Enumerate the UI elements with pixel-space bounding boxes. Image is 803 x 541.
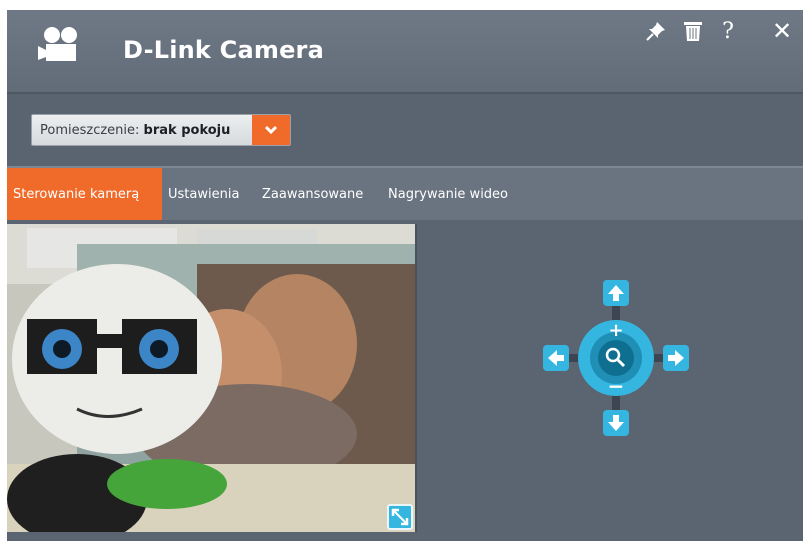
room-dropdown[interactable]: Pomieszczenie: brak pokoju — [31, 114, 291, 146]
arrow-down-icon[interactable] — [603, 410, 629, 436]
tab-advanced[interactable]: Zaawansowane — [262, 168, 363, 220]
camera-control-panel: + − — [7, 220, 803, 541]
chevron-down-icon[interactable] — [252, 115, 290, 145]
camera-feed-image — [7, 224, 415, 532]
arrow-left-icon[interactable] — [543, 345, 569, 371]
tab-video-recording[interactable]: Nagrywanie wideo — [388, 168, 508, 220]
close-icon[interactable]: ✕ — [769, 17, 795, 45]
tab-camera-control[interactable]: Sterowanie kamerą — [7, 168, 162, 220]
app-title: D-Link Camera — [123, 36, 324, 64]
help-icon[interactable]: ? — [717, 18, 739, 44]
ptz-control: + − — [543, 280, 689, 436]
room-label-text: Pomieszczenie: — [40, 123, 140, 138]
zoom-in-button[interactable]: + — [608, 320, 623, 341]
room-value: brak pokoju — [143, 123, 231, 138]
tab-settings[interactable]: Ustawienia — [168, 168, 239, 220]
zoom-out-button[interactable]: − — [608, 374, 625, 398]
camera-feed — [7, 224, 417, 532]
room-bar: Pomieszczenie: brak pokoju — [7, 94, 803, 168]
video-camera-icon — [38, 27, 77, 61]
title-bar: D-Link Camera ? ✕ — [7, 10, 803, 92]
app-window: D-Link Camera ? ✕ Pomieszczenie: brak po… — [7, 10, 803, 541]
pin-icon[interactable] — [643, 18, 669, 44]
arrow-right-icon[interactable] — [663, 345, 689, 371]
fullscreen-button[interactable] — [387, 504, 413, 530]
room-label: Pomieszczenie: brak pokoju — [40, 123, 230, 138]
tab-bar: Sterowanie kamerą Ustawienia Zaawansowan… — [7, 168, 803, 220]
arrow-up-icon[interactable] — [603, 280, 629, 306]
trash-icon[interactable] — [680, 18, 706, 44]
